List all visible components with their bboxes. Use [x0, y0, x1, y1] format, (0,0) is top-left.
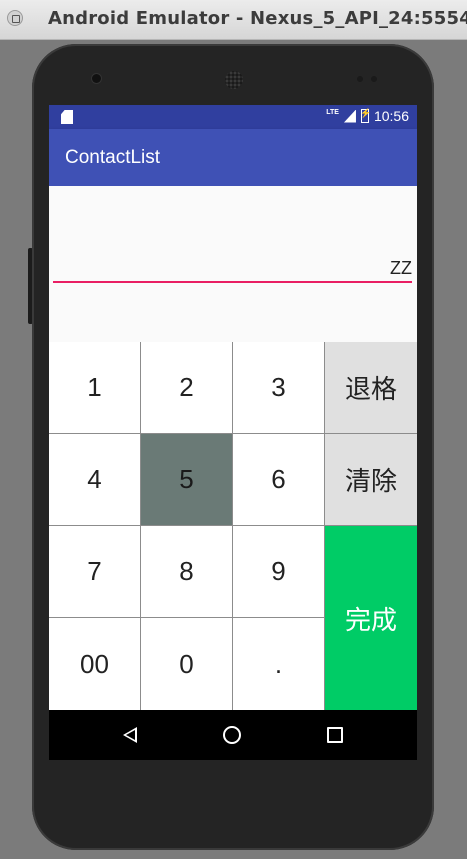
signal-icon	[343, 109, 356, 123]
navigation-bar	[49, 710, 417, 760]
clear-button[interactable]: 清除	[325, 434, 417, 526]
back-icon[interactable]	[123, 727, 137, 743]
app-bar: ContactList	[49, 129, 417, 186]
sensor-icon	[371, 76, 377, 82]
sd-card-icon	[61, 110, 73, 124]
window-titlebar: Android Emulator - Nexus_5_API_24:5554	[0, 0, 467, 40]
sensor-icon	[357, 76, 363, 82]
key-9[interactable]: 9	[233, 526, 325, 618]
status-time: 10:56	[373, 108, 409, 124]
key-8[interactable]: 8	[141, 526, 233, 618]
app-title: ContactList	[65, 147, 161, 168]
recents-icon[interactable]	[327, 727, 343, 743]
keypad: 1 2 3 退格 4 5 6 清除 7 8 9 00 0 . 完成	[49, 342, 417, 710]
key-2[interactable]: 2	[141, 342, 233, 434]
key-3[interactable]: 3	[233, 342, 325, 434]
key-dot[interactable]: .	[233, 618, 325, 710]
key-0[interactable]: 0	[141, 618, 233, 710]
network-type-label: LTE	[326, 109, 339, 116]
key-6[interactable]: 6	[233, 434, 325, 526]
earpiece-speaker-icon	[225, 71, 243, 89]
window-title: Android Emulator - Nexus_5_API_24:5554	[48, 8, 467, 29]
input-underline	[53, 281, 412, 283]
battery-icon	[360, 108, 371, 123]
window-restore-button[interactable]	[7, 10, 23, 26]
front-camera-icon	[92, 74, 101, 83]
backspace-button[interactable]: 退格	[325, 342, 417, 434]
key-4[interactable]: 4	[49, 434, 141, 526]
home-icon[interactable]	[223, 726, 241, 744]
key-5[interactable]: 5	[141, 434, 233, 526]
status-bar: LTE 10:56	[49, 105, 417, 129]
device-screen: LTE 10:56 ContactList ZZ 1 2 3 退格 4 5 6 …	[49, 105, 417, 760]
input-area: ZZ	[49, 186, 417, 342]
key-7[interactable]: 7	[49, 526, 141, 618]
number-input[interactable]: ZZ	[390, 258, 412, 279]
key-00[interactable]: 00	[49, 618, 141, 710]
done-button[interactable]: 完成	[325, 526, 417, 710]
key-1[interactable]: 1	[49, 342, 141, 434]
